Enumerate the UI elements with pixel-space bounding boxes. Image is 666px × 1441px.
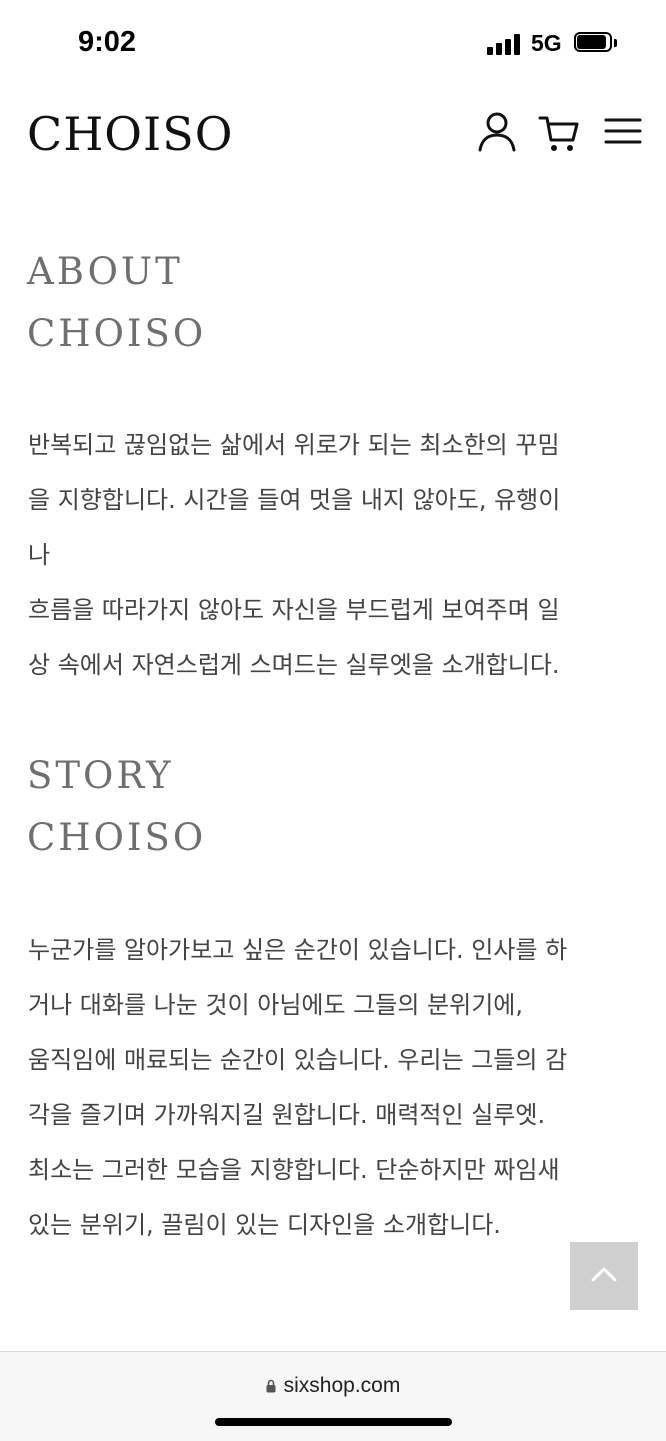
lock-icon [266,1379,276,1393]
story-line: 최소는 그러한 모습을 지향합니다. 단순하지만 짜임새 [28,1156,560,1184]
about-title-line: CHOISO [27,312,207,355]
url-text: sixshop.com [283,1374,401,1397]
network-label: 5G [531,30,562,56]
signal-icon [487,33,521,55]
user-icon[interactable] [476,110,518,154]
browser-bar: sixshop.com [0,1351,666,1441]
story-title-line: STORY [27,754,174,797]
about-line: 반복되고 끊임없는 삶에서 위로가 되는 최소한의 꾸밈 [28,431,560,459]
story-title: STORY CHOISO [27,745,206,869]
about-line: 상 속에서 자연스럽게 스며드는 실루엣을 소개합니다. [28,651,560,679]
about-text: 반복되고 끊임없는 삶에서 위로가 되는 최소한의 꾸밈 을 지향합니다. 시간… [28,418,628,693]
about-line: 흐름을 따라가지 않아도 자신을 부드럽게 보여주며 일 [28,596,560,624]
status-time: 9:02 [78,26,137,58]
story-line: 있는 분위기, 끌림이 있는 디자인을 소개합니다. [28,1211,501,1239]
about-title: ABOUT CHOISO [27,241,206,365]
story-title-line: CHOISO [27,816,207,859]
home-indicator[interactable] [215,1418,452,1426]
address-bar[interactable]: sixshop.com [0,1374,666,1398]
battery-icon [574,32,618,56]
status-bar: 9:02 5G [0,0,666,90]
brand-logo[interactable]: CHOISO [27,106,233,162]
story-line: 움직임에 매료되는 순간이 있습니다. 우리는 그들의 감 [28,1046,568,1074]
menu-icon[interactable] [602,110,644,154]
about-title-line: ABOUT [27,250,183,293]
story-line: 거나 대화를 나눈 것이 아님에도 그들의 분위기에, [28,991,524,1019]
cart-icon[interactable] [538,110,580,154]
story-text: 누군가를 알아가보고 싶은 순간이 있습니다. 인사를 하 거나 대화를 나눈 … [28,923,628,1253]
chevron-up-icon [591,1267,617,1282]
about-line: 을 지향합니다. 시간을 들여 멋을 내지 않아도, 유행이 [28,486,561,514]
story-line: 누군가를 알아가보고 싶은 순간이 있습니다. 인사를 하 [28,936,568,964]
scroll-top-button[interactable] [570,1242,638,1310]
about-line: 나 [28,541,51,569]
story-line: 각을 즐기며 가까워지길 원합니다. 매력적인 실루엣. [28,1101,546,1129]
